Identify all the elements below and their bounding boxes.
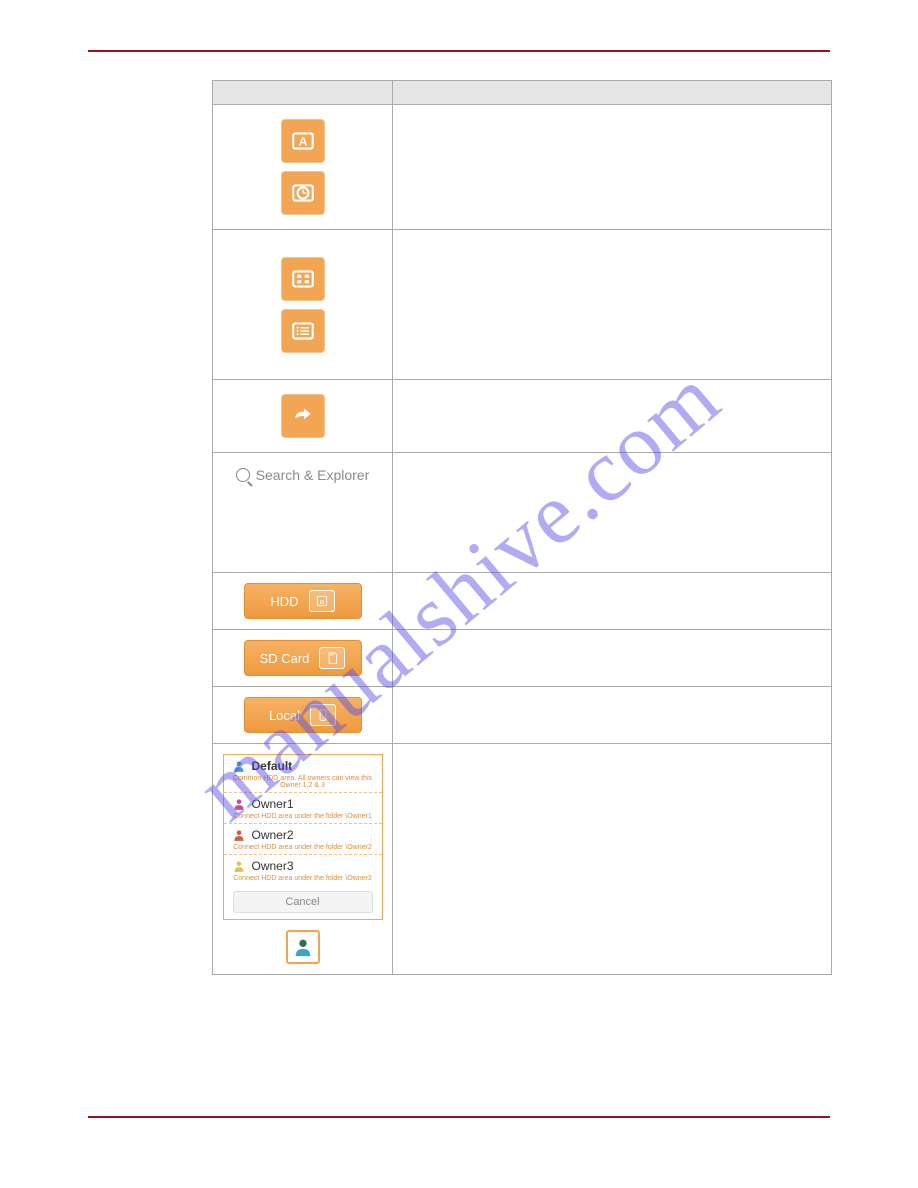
search-explorer-field[interactable]: Search & Explorer — [236, 467, 370, 483]
header-desc-col — [393, 81, 832, 105]
bottom-divider — [88, 1116, 830, 1118]
share-icon[interactable] — [281, 394, 325, 438]
list-view-icon[interactable] — [281, 309, 325, 353]
row-owners-desc — [393, 744, 832, 975]
sort-by-date-icon[interactable] — [281, 171, 325, 215]
owner-name-1: Owner1 — [252, 797, 294, 811]
owner-item-3[interactable]: Owner3 — [224, 855, 382, 875]
owner-sub-1: Connect HDD area under the folder \Owner… — [224, 813, 382, 824]
owner-name-0: Default — [252, 759, 293, 773]
svg-text:A: A — [298, 134, 307, 148]
owner-sub-2: Connect HDD area under the folder \Owner… — [224, 844, 382, 855]
sdcard-label: SD Card — [260, 651, 310, 666]
person-icon — [232, 759, 246, 773]
hdd-button[interactable]: HDD — [244, 583, 362, 619]
owner-item-default[interactable]: Default — [224, 755, 382, 775]
sort-by-name-icon[interactable]: A — [281, 119, 325, 163]
person-icon — [232, 797, 246, 811]
person-icon — [232, 859, 246, 873]
sdcard-button[interactable]: SD Card — [244, 640, 362, 676]
row-search-desc — [393, 453, 832, 573]
sdcard-icon — [319, 647, 345, 669]
search-text: Search & Explorer — [256, 467, 370, 483]
owner-icon[interactable] — [286, 930, 320, 964]
owner-item-2[interactable]: Owner2 — [224, 824, 382, 844]
local-button[interactable]: Local — [244, 697, 362, 733]
phone-icon — [310, 704, 336, 726]
owner-sub-3: Connect HDD area under the folder \Owner… — [224, 875, 382, 885]
grid-view-icon[interactable] — [281, 257, 325, 301]
hdd-icon — [309, 590, 335, 612]
hdd-label: HDD — [270, 594, 298, 609]
owner-name-3: Owner3 — [252, 859, 294, 873]
icon-description-table: A — [212, 80, 832, 975]
local-label: Local — [269, 708, 300, 723]
top-divider — [88, 50, 830, 52]
owner-select-card: Default Common HDD area. All owners can … — [223, 754, 383, 920]
owner-sub-0: Common HDD area. All owners can view thi… — [224, 775, 382, 793]
row-view-desc — [393, 230, 832, 380]
row-hdd-desc — [393, 573, 832, 630]
row-local-desc — [393, 687, 832, 744]
header-icon-col — [213, 81, 393, 105]
owner-name-2: Owner2 — [252, 828, 294, 842]
row-sort-desc — [393, 105, 832, 230]
owner-item-1[interactable]: Owner1 — [224, 793, 382, 813]
search-icon — [236, 468, 250, 482]
owner-cancel-button[interactable]: Cancel — [233, 891, 373, 913]
person-icon — [232, 828, 246, 842]
row-sdcard-desc — [393, 630, 832, 687]
row-share-desc — [393, 380, 832, 453]
